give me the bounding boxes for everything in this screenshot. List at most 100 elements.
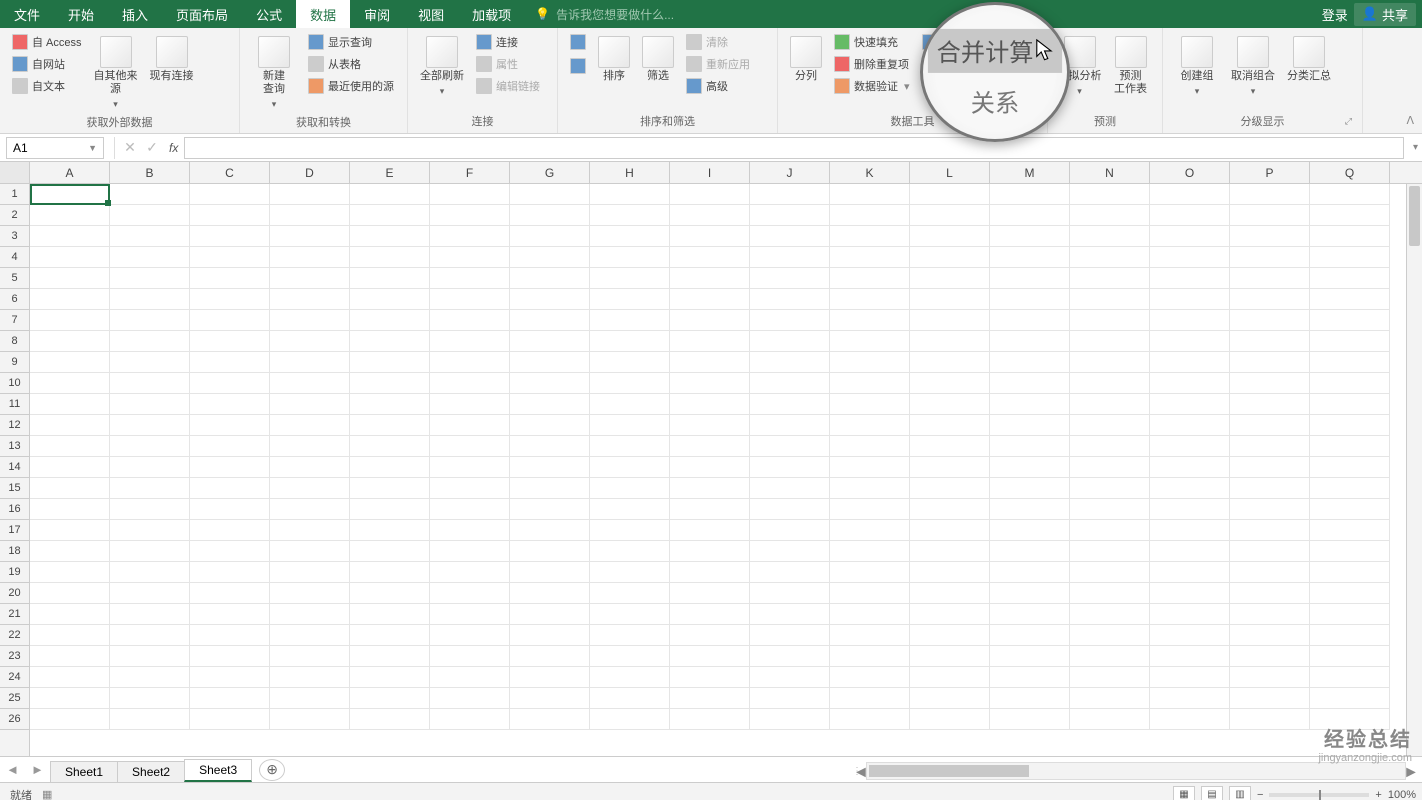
cell[interactable] xyxy=(1310,310,1390,331)
cell[interactable] xyxy=(990,583,1070,604)
cell[interactable] xyxy=(590,625,670,646)
cell[interactable] xyxy=(1230,520,1310,541)
cell[interactable] xyxy=(590,184,670,205)
cell[interactable] xyxy=(1150,352,1230,373)
cell[interactable] xyxy=(350,226,430,247)
cell[interactable] xyxy=(910,415,990,436)
filter-button[interactable]: 筛选 xyxy=(638,32,678,83)
cell[interactable] xyxy=(670,247,750,268)
cell[interactable] xyxy=(110,541,190,562)
cell[interactable] xyxy=(430,562,510,583)
cell[interactable] xyxy=(830,709,910,730)
cell[interactable] xyxy=(270,352,350,373)
cell[interactable] xyxy=(590,709,670,730)
cell[interactable] xyxy=(30,646,110,667)
row-header-20[interactable]: 20 xyxy=(0,583,29,604)
cell[interactable] xyxy=(350,583,430,604)
cell[interactable] xyxy=(1070,604,1150,625)
cell[interactable] xyxy=(1230,394,1310,415)
cell[interactable] xyxy=(590,436,670,457)
cell[interactable] xyxy=(1230,625,1310,646)
cell[interactable] xyxy=(750,562,830,583)
cell[interactable] xyxy=(110,688,190,709)
cell[interactable] xyxy=(990,289,1070,310)
menu-tab-页面布局[interactable]: 页面布局 xyxy=(162,0,242,28)
cell[interactable] xyxy=(750,415,830,436)
page-break-view-button[interactable]: ▥ xyxy=(1229,786,1251,800)
cell[interactable] xyxy=(830,688,910,709)
cell[interactable] xyxy=(350,457,430,478)
cell[interactable] xyxy=(1070,541,1150,562)
cell[interactable] xyxy=(1230,205,1310,226)
cell[interactable] xyxy=(1230,457,1310,478)
column-header-F[interactable]: F xyxy=(430,162,510,183)
cell[interactable] xyxy=(510,373,590,394)
cell[interactable] xyxy=(350,541,430,562)
cell[interactable] xyxy=(1070,688,1150,709)
cell[interactable] xyxy=(30,247,110,268)
cell[interactable] xyxy=(190,268,270,289)
row-header-4[interactable]: 4 xyxy=(0,247,29,268)
cell[interactable] xyxy=(430,478,510,499)
row-header-14[interactable]: 14 xyxy=(0,457,29,478)
cell[interactable] xyxy=(1150,331,1230,352)
cell[interactable] xyxy=(750,709,830,730)
cell[interactable] xyxy=(350,373,430,394)
cell[interactable] xyxy=(1150,226,1230,247)
cell[interactable] xyxy=(1230,709,1310,730)
cell[interactable] xyxy=(830,625,910,646)
cell[interactable] xyxy=(110,352,190,373)
cell[interactable] xyxy=(30,688,110,709)
cell[interactable] xyxy=(270,562,350,583)
cell[interactable] xyxy=(110,394,190,415)
refresh-all-button[interactable]: 全部刷新 xyxy=(416,32,468,98)
cell[interactable] xyxy=(270,667,350,688)
cell[interactable] xyxy=(1310,541,1390,562)
cell[interactable] xyxy=(1150,205,1230,226)
cell[interactable] xyxy=(190,436,270,457)
cell[interactable] xyxy=(30,541,110,562)
formula-input[interactable] xyxy=(184,137,1404,159)
cell[interactable] xyxy=(1070,268,1150,289)
expand-formula-bar-button[interactable]: ▾ xyxy=(1413,142,1418,153)
cell[interactable] xyxy=(750,478,830,499)
cell[interactable] xyxy=(1070,520,1150,541)
cell[interactable] xyxy=(750,667,830,688)
cell[interactable] xyxy=(1310,184,1390,205)
cell[interactable] xyxy=(1070,373,1150,394)
cell[interactable] xyxy=(1310,688,1390,709)
cell[interactable] xyxy=(350,625,430,646)
cell[interactable] xyxy=(270,268,350,289)
cell[interactable] xyxy=(830,205,910,226)
cell[interactable] xyxy=(670,310,750,331)
cell[interactable] xyxy=(910,289,990,310)
menu-tab-文件[interactable]: 文件 xyxy=(0,0,54,28)
cell[interactable] xyxy=(670,373,750,394)
cell[interactable] xyxy=(110,646,190,667)
cells-area[interactable] xyxy=(30,184,1422,756)
cell[interactable] xyxy=(910,688,990,709)
cell[interactable] xyxy=(270,415,350,436)
cell[interactable] xyxy=(430,415,510,436)
remove-duplicates-button[interactable]: 删除重复项 xyxy=(830,54,914,74)
cell[interactable] xyxy=(1070,646,1150,667)
subtotal-button[interactable]: 分类汇总 xyxy=(1283,32,1335,83)
cell[interactable] xyxy=(990,226,1070,247)
name-box[interactable]: A1 ▼ xyxy=(6,137,104,159)
cell[interactable] xyxy=(430,352,510,373)
cell[interactable] xyxy=(830,226,910,247)
cell[interactable] xyxy=(1230,310,1310,331)
cell[interactable] xyxy=(1230,289,1310,310)
column-header-B[interactable]: B xyxy=(110,162,190,183)
cell[interactable] xyxy=(350,352,430,373)
column-header-E[interactable]: E xyxy=(350,162,430,183)
cell[interactable] xyxy=(1310,352,1390,373)
cell[interactable] xyxy=(990,436,1070,457)
cell[interactable] xyxy=(270,583,350,604)
show-queries-button[interactable]: 显示查询 xyxy=(304,32,398,52)
cell[interactable] xyxy=(910,499,990,520)
column-header-O[interactable]: O xyxy=(1150,162,1230,183)
cell[interactable] xyxy=(190,688,270,709)
row-header-5[interactable]: 5 xyxy=(0,268,29,289)
cell[interactable] xyxy=(750,289,830,310)
